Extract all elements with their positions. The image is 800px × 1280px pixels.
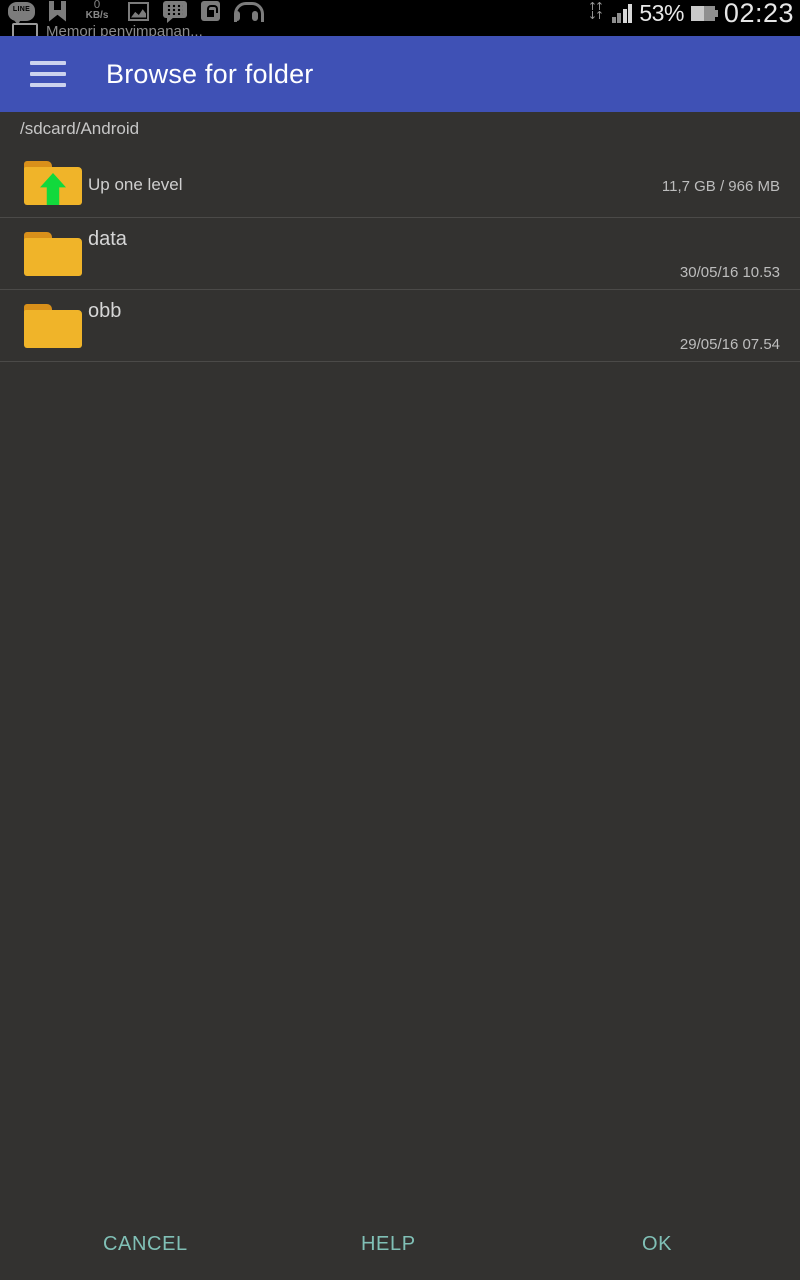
current-path-label: /sdcard/Android: [20, 119, 140, 138]
help-button[interactable]: HELP: [261, 1233, 519, 1256]
list-item-label: data: [88, 228, 127, 250]
list-item-obb[interactable]: obb 29/05/16 07.54: [0, 290, 800, 362]
status-notification-icons: LINE 0 KB/s: [8, 0, 264, 25]
ok-button[interactable]: OK: [519, 1233, 800, 1256]
list-item-meta: 30/05/16 10.53: [679, 264, 780, 281]
signal-bars-icon: [611, 3, 633, 23]
gallery-icon: [128, 1, 149, 21]
line-icon-label: LINE: [12, 5, 31, 13]
battery-icon: [690, 5, 718, 21]
notification-preview-text: Memori penyimpanan...: [46, 23, 203, 36]
notification-app-icon: [12, 23, 38, 36]
status-bar: LINE 0 KB/s ↑ ↑ ↓ ↑ 53% 02:23 Memori pen…: [0, 0, 800, 36]
folder-icon: [24, 304, 82, 348]
line-icon: LINE: [8, 1, 35, 25]
data-transfer-icon: ↑ ↑ ↓ ↑: [587, 0, 605, 22]
lock-icon: [201, 1, 220, 21]
bookmark-icon: [49, 0, 66, 22]
cancel-button[interactable]: CANCEL: [0, 1233, 261, 1256]
list-item-meta: 29/05/16 07.54: [679, 336, 780, 353]
list-item-meta: 11,7 GB / 966 MB: [661, 178, 780, 195]
page-title: Browse for folder: [106, 58, 314, 89]
app-bar: Browse for folder: [0, 36, 800, 112]
network-speed-icon: 0 KB/s: [80, 0, 114, 22]
folder-list: Up one level 11,7 GB / 966 MB data 30/05…: [0, 146, 800, 362]
notification-preview-strip: Memori penyimpanan...: [0, 22, 800, 36]
headphones-icon: [234, 1, 264, 22]
list-item-data[interactable]: data 30/05/16 10.53: [0, 218, 800, 290]
folder-icon: [24, 232, 82, 276]
list-item-up-one-level[interactable]: Up one level 11,7 GB / 966 MB: [0, 146, 800, 218]
network-speed-unit: KB/s: [85, 10, 109, 21]
hamburger-menu-icon[interactable]: [30, 61, 66, 87]
list-item-label: obb: [88, 300, 122, 322]
app-screen: LINE 0 KB/s ↑ ↑ ↓ ↑ 53% 02:23 Memori pen…: [0, 0, 800, 1280]
dialog-button-bar: CANCEL HELP OK: [0, 1208, 800, 1280]
folder-up-icon: [24, 161, 82, 205]
network-speed-value: 0: [93, 0, 101, 11]
bbm-icon: [163, 1, 187, 23]
list-item-label: Up one level: [88, 175, 183, 194]
